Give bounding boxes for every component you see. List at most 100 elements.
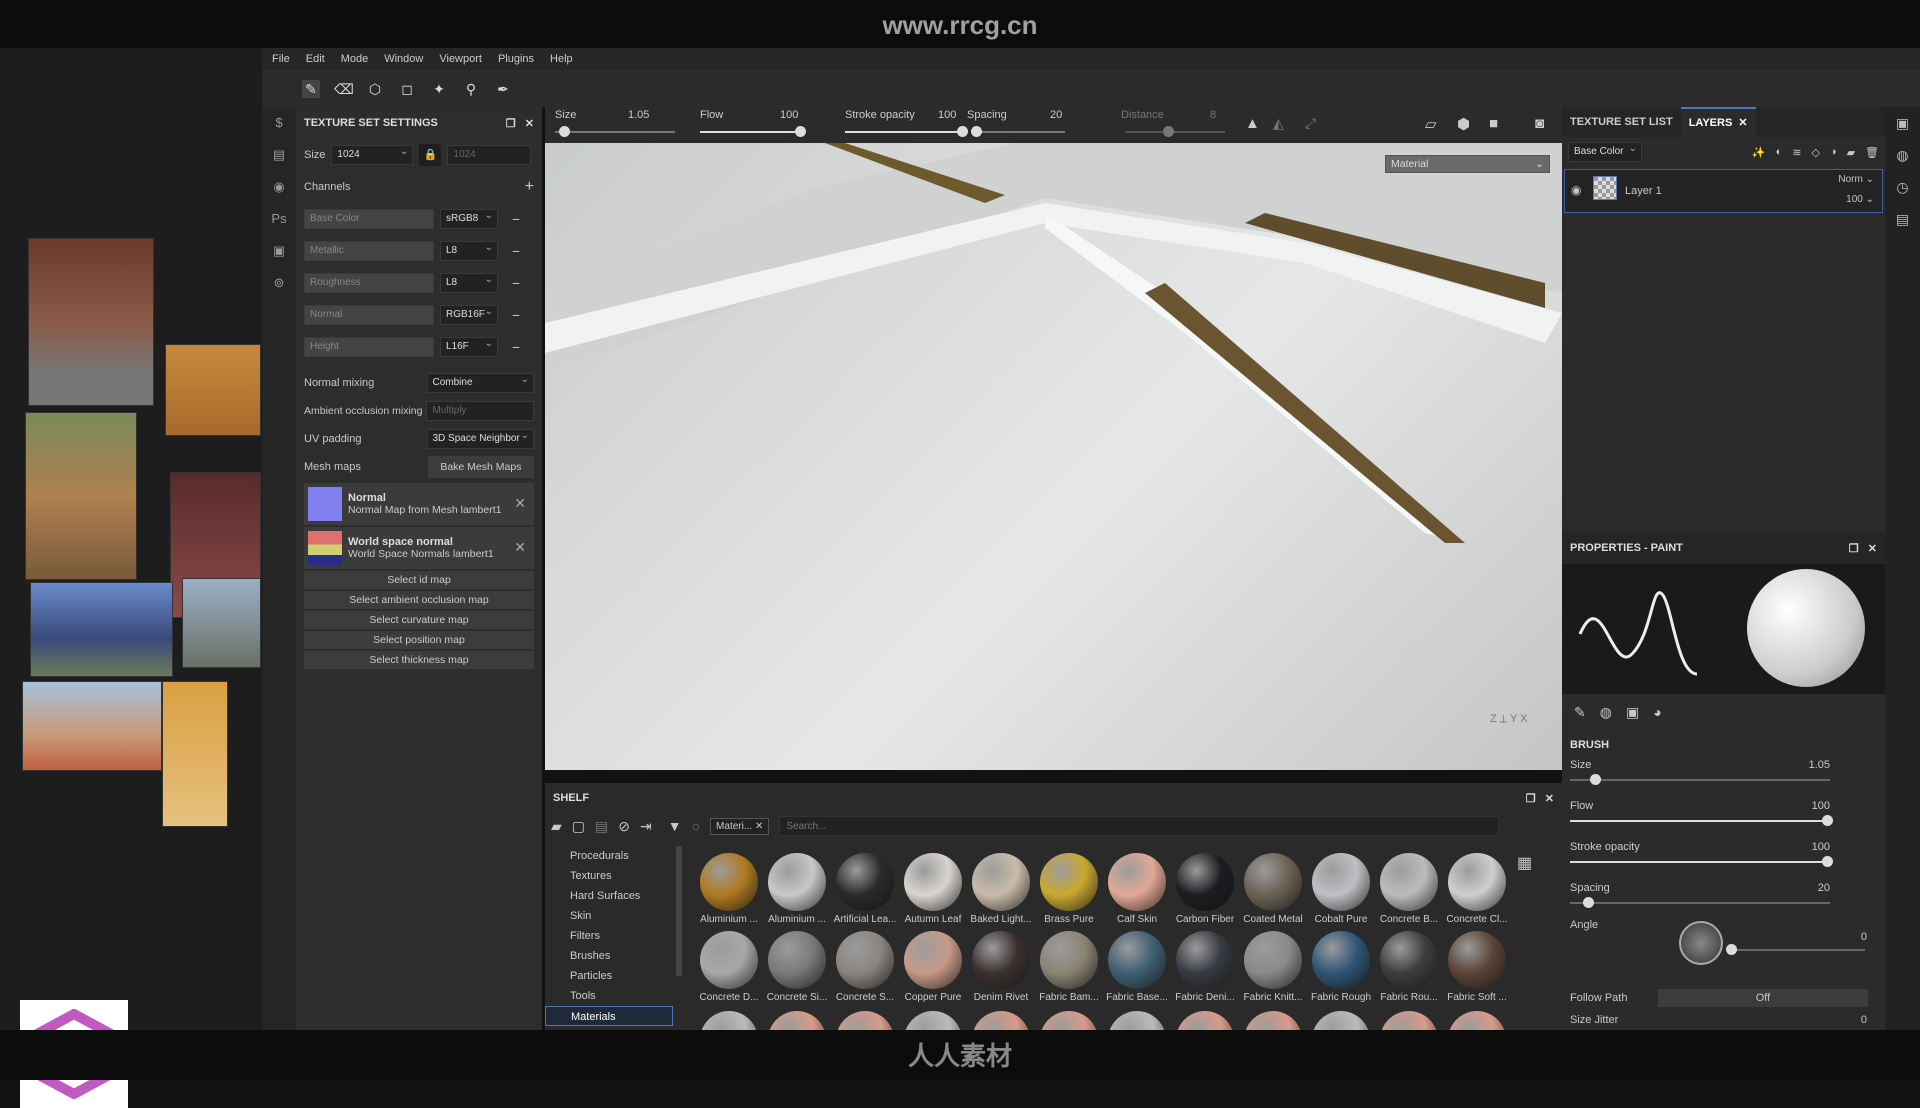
angle-slider[interactable] <box>1730 949 1865 951</box>
material-item[interactable]: Concrete D... <box>695 931 763 1003</box>
menu-help[interactable]: Help <box>550 53 573 65</box>
new-shelf-icon[interactable]: ▢ <box>572 818 585 835</box>
slider-value[interactable]: 1.05 <box>1809 759 1830 771</box>
size-jitter-value[interactable]: 0 <box>1861 1014 1867 1026</box>
shelf-category[interactable]: Particles <box>545 966 673 986</box>
select-map-button[interactable]: Select thickness map <box>304 651 534 669</box>
material-item[interactable]: Concrete S... <box>831 931 899 1003</box>
menu-edit[interactable]: Edit <box>306 53 325 65</box>
material-item[interactable]: Fabric Deni... <box>1171 931 1239 1003</box>
paint-brush-icon[interactable]: ✎ <box>302 79 320 98</box>
material-item[interactable]: Brass Pure <box>1035 853 1103 925</box>
material-item[interactable]: Fabric Bam... <box>1035 931 1103 1003</box>
filter-icon[interactable]: ▼ <box>668 818 682 834</box>
remove-channel-icon[interactable]: − <box>512 307 520 323</box>
uv-padding-select[interactable]: 3D Space Neighbor <box>426 427 534 449</box>
lock-icon[interactable]: 🔒 <box>419 144 442 166</box>
float-icon[interactable]: ❐ <box>1526 793 1536 805</box>
menu-file[interactable]: File <box>272 53 290 65</box>
remove-channel-icon[interactable]: − <box>512 339 520 355</box>
material-sphere[interactable] <box>768 1011 826 1030</box>
material-item[interactable]: Denim Rivet <box>967 931 1035 1003</box>
layer-name[interactable]: Layer 1 <box>1625 185 1662 197</box>
export-icon[interactable]: ▣ <box>262 235 296 267</box>
remove-channel-icon[interactable]: − <box>512 211 520 227</box>
spacing-slider-handle[interactable] <box>971 126 982 137</box>
slider-track[interactable] <box>1570 779 1830 781</box>
mesh-map-world-space-normal[interactable]: World space normal World Space Normals la… <box>304 527 534 569</box>
camera-icon[interactable]: ■ <box>1489 115 1498 132</box>
flow-value[interactable]: 100 <box>780 109 798 121</box>
material-item[interactable]: Fabric Base... <box>1103 931 1171 1003</box>
material-item[interactable]: Carbon Fiber <box>1171 853 1239 925</box>
mesh-map-normal[interactable]: Normal Normal Map from Mesh lambert1 ✕ <box>304 483 534 525</box>
smudge-icon[interactable]: ✦ <box>430 80 448 98</box>
add-smart-material-icon[interactable]: ◑ <box>1830 146 1837 158</box>
add-effect-icon[interactable]: ✨ <box>1752 146 1766 159</box>
channel-format-select[interactable]: L8 <box>440 271 498 293</box>
history-icon[interactable]: ◷ <box>1885 171 1920 203</box>
3d-viewport[interactable]: Material ⌄ Z ⟂ Y X <box>545 143 1562 770</box>
add-fill-layer-icon[interactable]: ≋ <box>1792 146 1801 159</box>
material-sphere[interactable] <box>972 1011 1030 1030</box>
shelf-category[interactable]: Materials <box>545 1006 673 1026</box>
menu-mode[interactable]: Mode <box>341 53 369 65</box>
screenshot-icon[interactable]: ◙ <box>1535 115 1544 132</box>
stencil-tab-icon[interactable]: ▣ <box>1626 704 1639 721</box>
visibility-eye-icon[interactable]: ◉ <box>1571 183 1581 197</box>
material-item[interactable]: Fabric Rou... <box>1375 931 1443 1003</box>
slider-handle[interactable] <box>1590 774 1602 785</box>
symmetry-icon[interactable]: ▲ <box>1245 115 1260 132</box>
channel-format-select[interactable]: RGB16F <box>440 303 498 325</box>
channel-format-select[interactable]: L16F <box>440 335 498 357</box>
axis-icon[interactable]: ⤢ <box>1305 115 1316 132</box>
normal-mixing-select[interactable]: Combine <box>426 371 534 393</box>
slider-handle[interactable] <box>1822 856 1833 867</box>
remove-channel-icon[interactable]: − <box>512 243 520 259</box>
folder-icon[interactable]: ▰ <box>551 818 562 835</box>
viewport-frame-icon[interactable]: ▱ <box>1425 115 1437 133</box>
material-tab-icon[interactable]: ◕ <box>1653 704 1661 721</box>
display-settings-icon[interactable]: ▤ <box>262 139 296 171</box>
float-icon[interactable]: ❐ <box>1849 543 1859 555</box>
size-slider[interactable] <box>555 131 675 133</box>
menu-plugins[interactable]: Plugins <box>498 53 534 65</box>
material-item[interactable]: Fabric Knitt... <box>1239 931 1307 1003</box>
material-item[interactable]: Calf Skin <box>1103 853 1171 925</box>
spacing-value[interactable]: 20 <box>1050 109 1062 121</box>
shelf-category[interactable]: Brushes <box>545 946 673 966</box>
list-view-icon[interactable]: ▤ <box>595 818 608 835</box>
close-icon[interactable]: ✕ <box>1545 793 1554 805</box>
add-mask-icon[interactable]: ◐ <box>1776 146 1783 158</box>
material-sphere[interactable] <box>1176 1011 1234 1030</box>
add-folder-icon[interactable]: ▰ <box>1847 146 1855 159</box>
grid-view-icon[interactable]: ▦ <box>1517 853 1532 873</box>
float-icon[interactable]: ❐ <box>506 118 516 130</box>
material-sphere[interactable] <box>904 1011 962 1030</box>
stroke-opacity-slider[interactable] <box>845 131 965 133</box>
layer-opacity-select[interactable]: 100 ⌄ <box>1846 194 1874 205</box>
bake-mesh-maps-button[interactable]: Bake Mesh Maps <box>427 456 534 478</box>
select-map-button[interactable]: Select ambient occlusion map <box>304 591 534 609</box>
shelf-category[interactable]: Procedurals <box>545 846 673 866</box>
circle-icon[interactable]: ○ <box>692 818 700 834</box>
hide-icon[interactable]: ⊘ <box>618 818 630 835</box>
slider-handle[interactable] <box>1582 897 1594 908</box>
material-item[interactable]: Aluminium ... <box>763 853 831 925</box>
material-item[interactable]: Copper Pure <box>899 931 967 1003</box>
tab-layers[interactable]: LAYERS ✕ <box>1680 107 1756 137</box>
angle-dial[interactable] <box>1679 921 1723 965</box>
material-sphere[interactable] <box>1380 1011 1438 1030</box>
blend-mode-select[interactable]: Norm ⌄ <box>1838 174 1874 185</box>
material-item[interactable]: Aluminium ... <box>695 853 763 925</box>
angle-slider-handle[interactable] <box>1726 944 1737 955</box>
material-item[interactable]: Concrete Si... <box>763 931 831 1003</box>
log-icon[interactable]: ▤ <box>1885 203 1920 235</box>
material-item[interactable]: Baked Light... <box>967 853 1035 925</box>
material-item[interactable]: Coated Metal <box>1239 853 1307 925</box>
slider-value[interactable]: 100 <box>1812 841 1830 853</box>
slider-value[interactable]: 100 <box>1812 800 1830 812</box>
texture-set-icon[interactable]: $ <box>262 107 296 139</box>
symmetry-settings-icon[interactable]: ◭ <box>1273 115 1284 132</box>
slider-handle[interactable] <box>1822 815 1833 826</box>
